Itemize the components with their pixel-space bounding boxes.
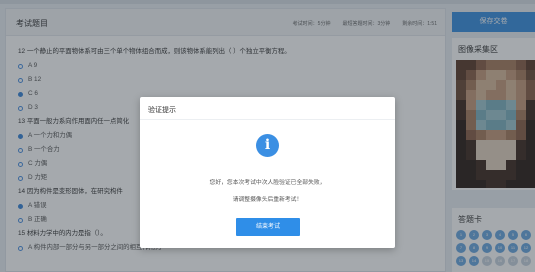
dialog-message-line-2: 请调整摄像头后重新考试！ [232, 197, 303, 203]
dialog-title: 验证提示 [148, 107, 176, 114]
dialog-message-line-1: 您好，您本次考试中次人脸验证已全部失败， [209, 180, 326, 186]
verification-dialog: 验证提示 i 您好，您本次考试中次人脸验证已全部失败， 请调整摄像头后重新考试！… [140, 97, 395, 248]
end-exam-button[interactable]: 结束考试 [236, 218, 300, 236]
info-icon: i [256, 134, 279, 157]
dialog-divider [140, 119, 395, 120]
